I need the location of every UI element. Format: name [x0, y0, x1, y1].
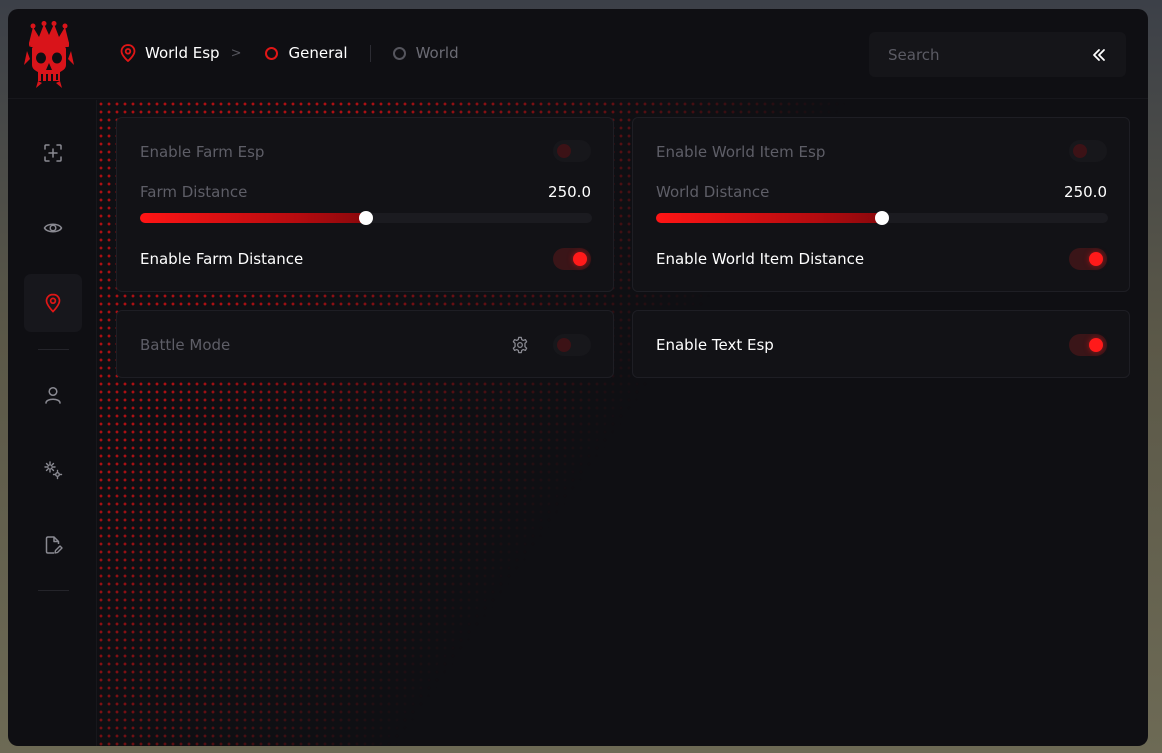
- enable-text-esp-label: Enable Text Esp: [656, 336, 774, 354]
- world-distance-value: 250.0: [1064, 183, 1107, 201]
- text-esp-panel: Enable Text Esp: [632, 310, 1130, 378]
- farm-panel: Enable Farm Esp Farm Distance 250.0 Enab…: [116, 117, 614, 292]
- search-input[interactable]: Search: [888, 46, 940, 64]
- sidebar-item-player[interactable]: [24, 366, 82, 424]
- battle-mode-panel: Battle Mode: [116, 310, 614, 378]
- file-edit-icon: [45, 536, 63, 554]
- world-distance-slider[interactable]: [656, 211, 1108, 225]
- gear-icon[interactable]: [511, 336, 529, 354]
- breadcrumb-label: World Esp: [145, 44, 220, 62]
- sidebar-item-world-esp[interactable]: [24, 274, 82, 332]
- breadcrumb-world-esp[interactable]: World Esp: [120, 44, 220, 62]
- farm-distance-label: Farm Distance: [140, 183, 248, 201]
- eye-icon: [43, 223, 63, 233]
- search-box[interactable]: Search: [869, 32, 1126, 77]
- double-chevron-left-icon[interactable]: [1091, 47, 1107, 63]
- slider-thumb[interactable]: [359, 211, 373, 225]
- enable-world-item-esp-toggle[interactable]: [1069, 140, 1107, 162]
- ring-icon: [392, 46, 406, 60]
- sidebar: [8, 100, 97, 746]
- sidebar-item-visuals[interactable]: [24, 199, 82, 257]
- enable-text-esp-toggle[interactable]: [1069, 334, 1107, 356]
- skull-crown-logo: [24, 21, 74, 88]
- farm-distance-slider[interactable]: [140, 211, 592, 225]
- enable-farm-esp-toggle[interactable]: [553, 140, 591, 162]
- tab-label: General: [288, 44, 348, 62]
- enable-world-item-distance-label: Enable World Item Distance: [656, 250, 865, 268]
- tab-world[interactable]: World: [392, 44, 459, 62]
- sidebar-divider: [38, 590, 69, 591]
- farm-distance-value: 250.0: [548, 183, 591, 201]
- tab-divider: [369, 44, 371, 62]
- crosshair-plus-icon: [44, 144, 62, 162]
- sidebar-divider: [38, 349, 69, 350]
- location-pin-icon: [120, 44, 136, 62]
- user-icon: [45, 386, 61, 404]
- enable-world-item-distance-toggle[interactable]: [1069, 248, 1107, 270]
- sidebar-item-config[interactable]: [24, 516, 82, 574]
- world-distance-label: World Distance: [656, 183, 770, 201]
- app-window: World Esp > General World Search Enable …: [8, 9, 1148, 746]
- breadcrumb: World Esp > General World: [120, 42, 459, 64]
- battle-mode-label: Battle Mode: [140, 336, 231, 354]
- battle-mode-toggle[interactable]: [553, 334, 591, 356]
- enable-world-item-esp-label: Enable World Item Esp: [656, 143, 826, 161]
- ring-icon: [265, 46, 279, 60]
- gears-icon: [44, 461, 63, 480]
- enable-farm-distance-toggle[interactable]: [553, 248, 591, 270]
- slider-thumb[interactable]: [875, 211, 889, 225]
- tab-general[interactable]: General: [265, 44, 348, 62]
- enable-farm-esp-label: Enable Farm Esp: [140, 143, 265, 161]
- top-bar: World Esp > General World Search: [8, 9, 1148, 99]
- enable-farm-distance-label: Enable Farm Distance: [140, 250, 304, 268]
- sidebar-item-settings[interactable]: [24, 441, 82, 499]
- breadcrumb-separator: >: [230, 45, 242, 61]
- tab-label: World: [415, 44, 459, 62]
- world-panel: Enable World Item Esp World Distance 250…: [632, 117, 1130, 292]
- sidebar-item-aimbot[interactable]: [24, 124, 82, 182]
- location-pin-icon: [45, 293, 61, 313]
